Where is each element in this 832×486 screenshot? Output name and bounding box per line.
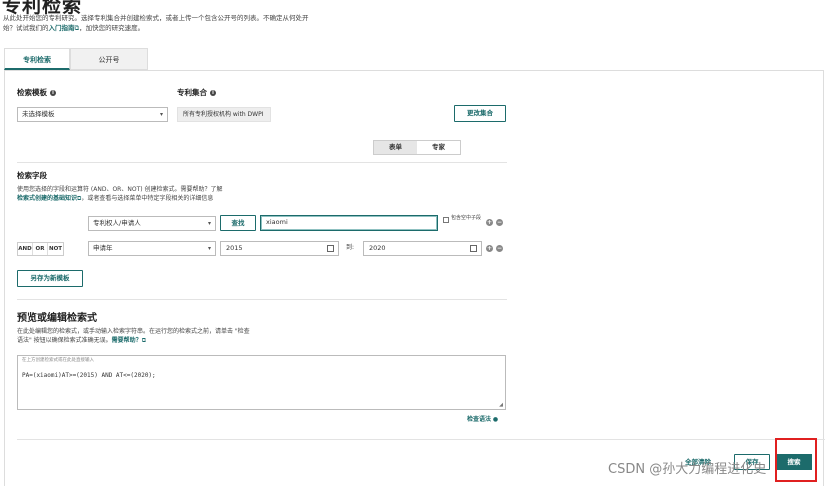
check-syntax[interactable]: 检查语法 ● [467, 415, 498, 424]
preview-desc-line2: 语法" 按钮以确保检索式准确无误。 [17, 337, 112, 344]
remove-row-icon[interactable]: − [496, 245, 503, 252]
change-collection-button[interactable]: 更改集合 [454, 105, 506, 122]
add-row-icon[interactable]: + [486, 219, 493, 226]
collection-label-text: 专利集合 [177, 88, 207, 97]
calendar-icon[interactable] [470, 245, 477, 252]
query-text: PA=(xiaomi)AT>=(2015) AND AT<=(2020); [22, 372, 156, 379]
divider [17, 162, 507, 163]
field-select-year-value: 申请年 [93, 244, 113, 252]
search-panel: 检索模板 i 未选择模板 ▾ 专利集合 i 所有专利授权机构 with DWPI 更… [4, 70, 825, 486]
operator-or[interactable]: OR [33, 243, 48, 255]
intro-guide-link[interactable]: 入门指南 [49, 24, 75, 32]
fields-help: 使用您选择的字段和运算符 (AND、OR、NOT) 创建检索式。需要帮助？了解 … [17, 185, 397, 203]
chevron-down-icon: ▾ [159, 111, 163, 118]
mode-toggle: 表单 专家 [373, 140, 461, 155]
preview-help-link[interactable]: 需要帮助？ [112, 337, 142, 344]
tab-patent-search[interactable]: 专利检索 [4, 48, 70, 70]
year-to-value: 2020 [369, 244, 386, 252]
to-label: 到: [346, 244, 355, 251]
divider [17, 299, 507, 300]
chevron-down-icon: ▾ [207, 245, 211, 252]
check-circle-icon: ● [491, 416, 499, 423]
check-syntax-link[interactable]: 检查语法 [467, 416, 491, 423]
lookup-button[interactable]: 查找 [220, 215, 256, 231]
fields-help-link[interactable]: 检索式创建的基础知识 [17, 195, 77, 202]
search-tabs: 专利检索 公开号 [4, 48, 148, 70]
add-row-icon[interactable]: + [486, 245, 493, 252]
fields-label: 检索字段 [17, 171, 47, 180]
info-icon[interactable]: i [50, 90, 56, 96]
watermark: CSDN @孙大力编程进化史 [608, 462, 767, 477]
assignee-input[interactable]: xiaomi [260, 215, 438, 231]
field-select-assignee[interactable]: 专利权人/申请人 ▾ [88, 216, 216, 231]
fields-help-line2: ，或者查看与选择菜单中特定字段相关的详细信息 [81, 195, 214, 202]
year-from-input[interactable]: 2015 [220, 241, 339, 256]
include-subfield-checkbox[interactable] [443, 217, 449, 223]
remove-row-icon[interactable]: − [496, 219, 503, 226]
field-select-year[interactable]: 申请年 ▾ [88, 241, 216, 256]
highlight-box [775, 438, 817, 482]
external-link-icon: ⧉ [141, 337, 146, 344]
preview-desc: 在此处编辑您的检索式，或手动输入检索字符串。在运行您的检索式之前，请单击 "检查… [17, 327, 327, 345]
divider [17, 439, 825, 440]
resize-handle-icon[interactable]: ◢ [499, 402, 503, 408]
chevron-down-icon: ▾ [207, 220, 211, 227]
operator-not[interactable]: NOT [48, 243, 63, 255]
boolean-operator-toggle: AND OR NOT [17, 242, 64, 256]
collection-value: 所有专利授权机构 with DWPI [177, 107, 271, 122]
intro-line2-prefix: 始？试试我们的 [3, 24, 49, 32]
preview-desc-line1: 在此处编辑您的检索式，或手动输入检索字符串。在运行您的检索式之前，请单击 "检查 [17, 328, 250, 335]
tab-publication-number[interactable]: 公开号 [70, 48, 148, 70]
collection-label: 专利集合 i [177, 87, 216, 98]
mode-expert-button[interactable]: 专家 [417, 141, 460, 154]
save-as-template-button[interactable]: 另存为新模板 [17, 270, 83, 287]
intro-line1: 从此处开始您的专利研究。选择专利集合并创建检索式，或者上传一个包含公开号的列表。… [3, 14, 309, 22]
mode-form-button[interactable]: 表单 [374, 141, 417, 154]
include-subfield-label: 包含空中子段 [451, 215, 482, 221]
template-select-value: 未选择模板 [22, 110, 55, 118]
intro-line2-suffix: ，加快您的研究速度。 [79, 24, 145, 32]
template-select[interactable]: 未选择模板 ▾ [17, 107, 168, 122]
template-label: 检索模板 i [17, 87, 56, 98]
info-icon[interactable]: i [210, 90, 216, 96]
field-select-assignee-value: 专利权人/申请人 [93, 219, 141, 227]
year-to-input[interactable]: 2020 [363, 241, 482, 256]
preview-heading: 预览或编辑检索式 [17, 313, 97, 324]
fields-help-line1: 使用您选择的字段和运算符 (AND、OR、NOT) 创建检索式。需要帮助？了解 [17, 186, 223, 193]
query-field-hint: 在上方创建检索式或在此处直接输入 [22, 358, 94, 363]
operator-and[interactable]: AND [18, 243, 33, 255]
query-textarea[interactable]: 在上方创建检索式或在此处直接输入 PA=(xiaomi)AT>=(2015) A… [17, 355, 506, 410]
template-label-text: 检索模板 [17, 88, 47, 97]
calendar-icon[interactable] [327, 245, 334, 252]
intro-text: 从此处开始您的专利研究。选择专利集合并创建检索式，或者上传一个包含公开号的列表。… [3, 13, 353, 33]
year-from-value: 2015 [226, 244, 243, 252]
